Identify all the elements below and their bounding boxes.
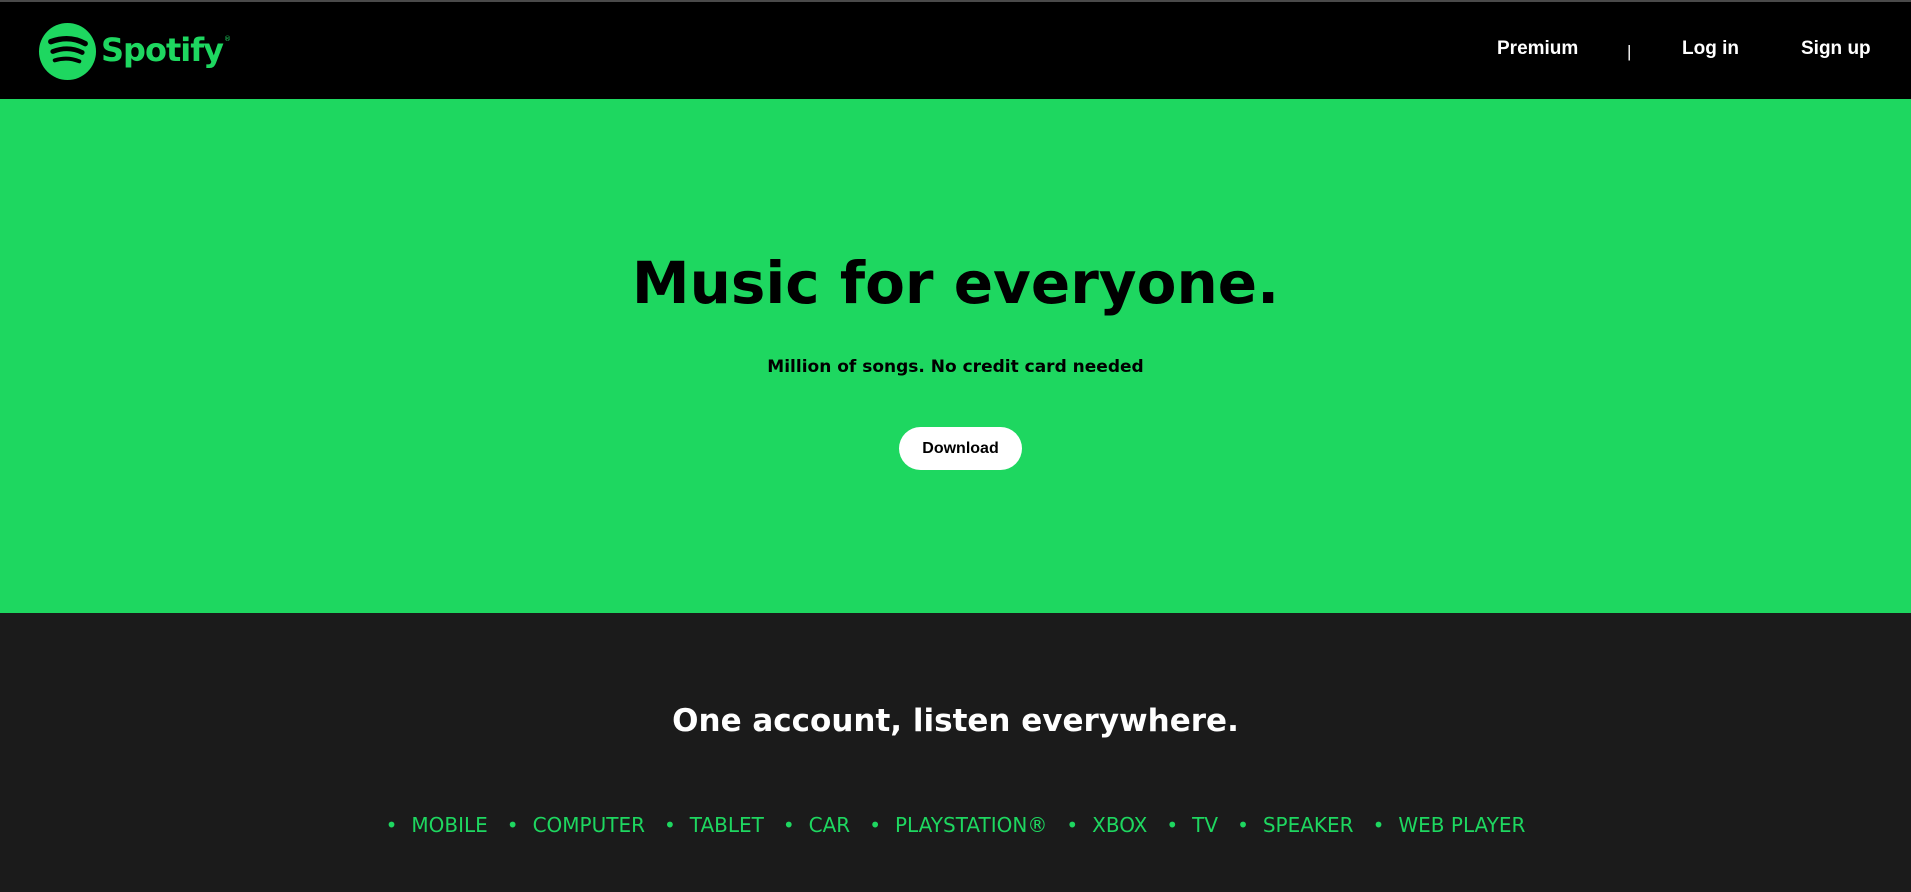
bullet-icon: •	[1066, 813, 1079, 837]
hero-section: Music for everyone. Million of songs. No…	[0, 99, 1911, 613]
brand-name: Spotify	[101, 31, 224, 69]
bullet-icon: •	[782, 813, 795, 837]
device-item-car: • CAR	[783, 813, 850, 837]
trademark-symbol: ®	[223, 35, 231, 43]
device-label: CAR	[808, 813, 851, 837]
device-label: TABLET	[689, 813, 764, 837]
device-label: TV	[1192, 813, 1219, 837]
device-item-speaker: • SPEAKER	[1237, 813, 1354, 837]
bullet-icon: •	[1372, 813, 1385, 837]
devices-section: One account, listen everywhere. • MOBILE …	[0, 613, 1911, 892]
bullet-icon: •	[869, 813, 881, 837]
device-item-xbox: • XBOX	[1066, 813, 1147, 837]
hero-title: Music for everyone.	[631, 249, 1280, 317]
hero-subtitle: Million of songs. No credit card needed	[767, 357, 1144, 377]
bullet-icon: •	[664, 813, 676, 837]
bullet-icon: •	[1166, 813, 1179, 837]
device-item-mobile: • MOBILE	[386, 813, 488, 837]
bullet-icon: •	[1237, 813, 1249, 837]
spotify-logo-icon	[38, 22, 97, 80]
devices-title: One account, listen everywhere.	[672, 703, 1239, 739]
nav-signup-link[interactable]: Sign up	[1801, 38, 1871, 60]
device-label: SPEAKER	[1262, 813, 1354, 837]
device-item-computer: • COMPUTER	[507, 813, 645, 837]
bullet-icon: •	[385, 813, 398, 837]
download-button[interactable]: Download	[899, 427, 1022, 470]
device-label: MOBILE	[411, 813, 488, 837]
device-item-web-player: • WEB PLAYER	[1373, 813, 1526, 837]
device-label: XBOX	[1092, 813, 1148, 837]
device-label: WEB PLAYER	[1398, 813, 1526, 837]
top-navbar: Spotify ® Premium | Log in Sign up	[0, 2, 1911, 99]
nav-premium-link[interactable]: Premium	[1497, 38, 1578, 60]
nav-separator: |	[1627, 42, 1632, 61]
nav-login-link[interactable]: Log in	[1682, 38, 1739, 60]
device-label: PLAYSTATION®	[895, 813, 1048, 837]
device-item-tv: • TV	[1166, 813, 1218, 837]
spotify-logo-link[interactable]: Spotify ®	[38, 21, 231, 81]
bullet-icon: •	[506, 813, 519, 837]
device-list: • MOBILE • COMPUTER • TABLET • CAR • PLAYSTAT…	[0, 813, 1911, 837]
device-item-tablet: • TABLET	[664, 813, 764, 837]
device-label: COMPUTER	[532, 813, 645, 837]
device-item-playstation: • PLAYSTATION®	[869, 813, 1047, 837]
